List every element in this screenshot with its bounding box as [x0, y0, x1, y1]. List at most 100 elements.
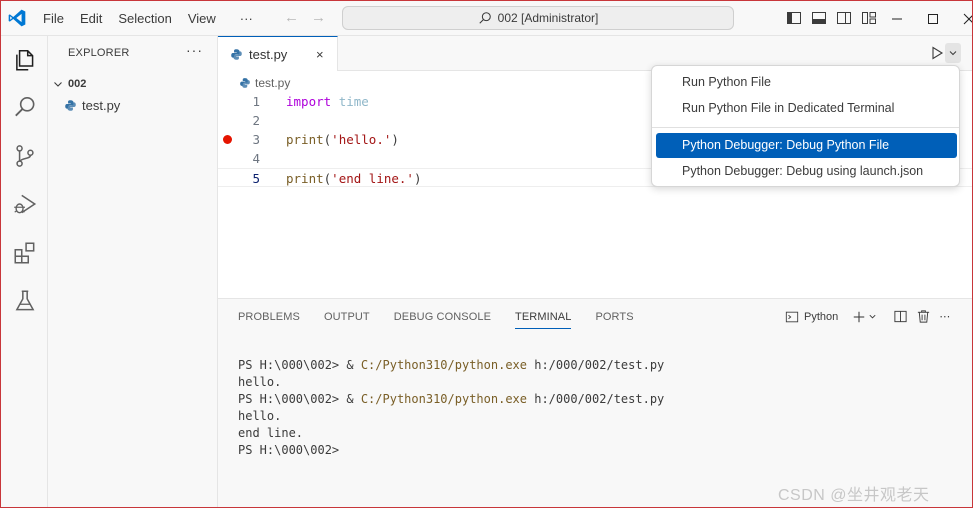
code-token: print — [286, 171, 324, 186]
terminal-executable: C:/Python310/python.exe — [360, 358, 527, 372]
tab-label: test.py — [249, 46, 288, 62]
run-and-debug-icon[interactable] — [12, 191, 38, 217]
panel-tab-terminal[interactable]: TERMINAL — [515, 299, 572, 329]
code-token: print — [286, 132, 324, 147]
terminal-line: hello. — [238, 374, 664, 391]
panel-tab-ports[interactable]: PORTS — [595, 299, 645, 335]
breadcrumb-file[interactable]: test.py — [255, 76, 290, 90]
testing-icon[interactable] — [12, 288, 38, 314]
code-text: print('hello.') — [286, 130, 399, 149]
terminal-executable: C:/Python310/python.exe — [360, 392, 527, 406]
trash-icon[interactable] — [916, 309, 931, 324]
menu-selection[interactable]: Selection — [110, 7, 179, 31]
code-token: 'end line.' — [331, 171, 414, 186]
toggle-panel-icon[interactable] — [811, 10, 827, 26]
run-menu-item[interactable]: Python Debugger: Debug Python File — [656, 133, 957, 158]
panel-tab-output[interactable]: OUTPUT — [324, 299, 382, 335]
line-number: 2 — [252, 113, 260, 128]
explorer-sidebar: EXPLORER ··· 002 test.py — [48, 36, 218, 507]
maximize-icon[interactable] — [926, 12, 940, 26]
title-bar: File Edit Selection View ··· ← → 002 [Ad… — [1, 1, 972, 36]
minimize-icon[interactable] — [890, 12, 904, 26]
line-number: 4 — [252, 151, 260, 166]
explorer-icon[interactable] — [12, 47, 38, 73]
terminal-line: end line. — [238, 425, 664, 442]
breadcrumb[interactable]: test.py — [239, 74, 290, 92]
toggle-secondary-sidebar-icon[interactable] — [836, 10, 852, 26]
panel-tab-problems[interactable]: PROBLEMS — [238, 299, 312, 335]
file-item[interactable]: test.py — [64, 94, 120, 116]
panel-actions: Python ⋯ — [785, 309, 951, 324]
run-menu-item[interactable]: Run Python File in Dedicated Terminal — [656, 96, 957, 121]
extensions-icon[interactable] — [12, 240, 38, 266]
search-sidebar-icon[interactable] — [12, 94, 38, 120]
navigation-arrows: ← → — [284, 9, 326, 26]
terminal-text: PS H:\000\002> — [238, 443, 340, 457]
code-token: 'hello.' — [331, 132, 392, 147]
sidebar-more-actions[interactable]: ··· — [186, 42, 203, 58]
layout-controls — [786, 10, 877, 26]
menu-more[interactable]: ··· — [232, 7, 261, 31]
toggle-primary-sidebar-icon[interactable] — [786, 10, 802, 26]
line-number: 3 — [252, 132, 260, 147]
customize-layout-icon[interactable] — [861, 10, 877, 26]
menu-bar: File Edit Selection View ··· — [35, 1, 261, 36]
code-text: import time — [286, 92, 369, 111]
panel-tab-debug-console[interactable]: DEBUG CONSOLE — [394, 299, 503, 335]
editor-tab-test-py[interactable]: test.py × — [218, 36, 338, 71]
panel-tabs: PROBLEMS OUTPUT DEBUG CONSOLE TERMINAL P… — [238, 299, 658, 335]
code-token: import — [286, 94, 332, 109]
terminal-text: PS H:\000\002> & — [238, 392, 361, 406]
python-file-icon — [240, 78, 250, 88]
run-menu-item[interactable]: Run Python File — [656, 70, 957, 95]
tab-close-icon[interactable]: × — [316, 47, 324, 62]
command-center[interactable]: 002 [Administrator] — [342, 6, 734, 30]
code-token: ) — [391, 132, 399, 147]
back-arrow-icon[interactable]: ← — [284, 9, 299, 26]
run-menu: Run Python File Run Python File in Dedica… — [651, 65, 960, 187]
menu-view[interactable]: View — [180, 7, 224, 31]
command-center-text: 002 [Administrator] — [497, 11, 599, 25]
window-controls — [890, 1, 973, 36]
close-window-icon[interactable] — [962, 12, 973, 26]
breakpoint-icon[interactable] — [223, 135, 232, 144]
terminal-line: PS H:\000\002> & C:/Python310/python.exe… — [238, 357, 664, 374]
menu-edit[interactable]: Edit — [72, 7, 110, 31]
terminal-text: hello. — [238, 409, 282, 423]
terminal-text: PS H:\000\002> & — [238, 358, 361, 372]
run-python-file-icon[interactable] — [929, 45, 945, 61]
code-token: ) — [413, 171, 422, 186]
folder-item[interactable]: 002 — [52, 74, 86, 94]
run-dropdown-button[interactable] — [945, 43, 961, 63]
search-icon — [479, 12, 491, 24]
terminal-args: h:/000/002/test.py — [527, 358, 665, 372]
source-control-icon[interactable] — [12, 143, 38, 169]
terminal-args: h:/000/002/test.py — [527, 392, 665, 406]
run-menu-item[interactable]: Python Debugger: Debug using launch.json — [656, 159, 957, 184]
code-text: print('end line.') — [286, 169, 422, 188]
menu-separator — [652, 127, 959, 128]
terminal-line: PS H:\000\002> — [238, 442, 664, 459]
menu-file[interactable]: File — [35, 7, 72, 31]
line-number: 5 — [252, 171, 260, 186]
terminal-line: PS H:\000\002> & C:/Python310/python.exe… — [238, 391, 664, 408]
terminal-profile[interactable]: Python — [785, 310, 838, 324]
split-terminal-icon[interactable] — [893, 309, 908, 324]
new-terminal-plus-icon[interactable] — [852, 310, 866, 324]
terminal-line: hello. — [238, 408, 664, 425]
chevron-down-icon[interactable] — [868, 312, 877, 321]
sidebar-title: EXPLORER — [68, 47, 130, 59]
watermark: CSDN @坐井观老天 — [778, 487, 930, 504]
more-actions-icon[interactable]: ⋯ — [939, 310, 951, 323]
chevron-down-icon — [949, 51, 957, 56]
file-label: test.py — [82, 97, 121, 113]
forward-arrow-icon[interactable]: → — [311, 9, 326, 26]
terminal-text: hello. — [238, 375, 282, 389]
line-number: 1 — [252, 94, 260, 109]
terminal-output[interactable]: PS H:\000\002> & C:/Python310/python.exe… — [238, 357, 664, 459]
vscode-logo-icon[interactable] — [7, 8, 27, 28]
activity-bar — [1, 36, 48, 507]
python-file-icon — [65, 99, 76, 111]
terminal-text: end line. — [238, 426, 304, 440]
